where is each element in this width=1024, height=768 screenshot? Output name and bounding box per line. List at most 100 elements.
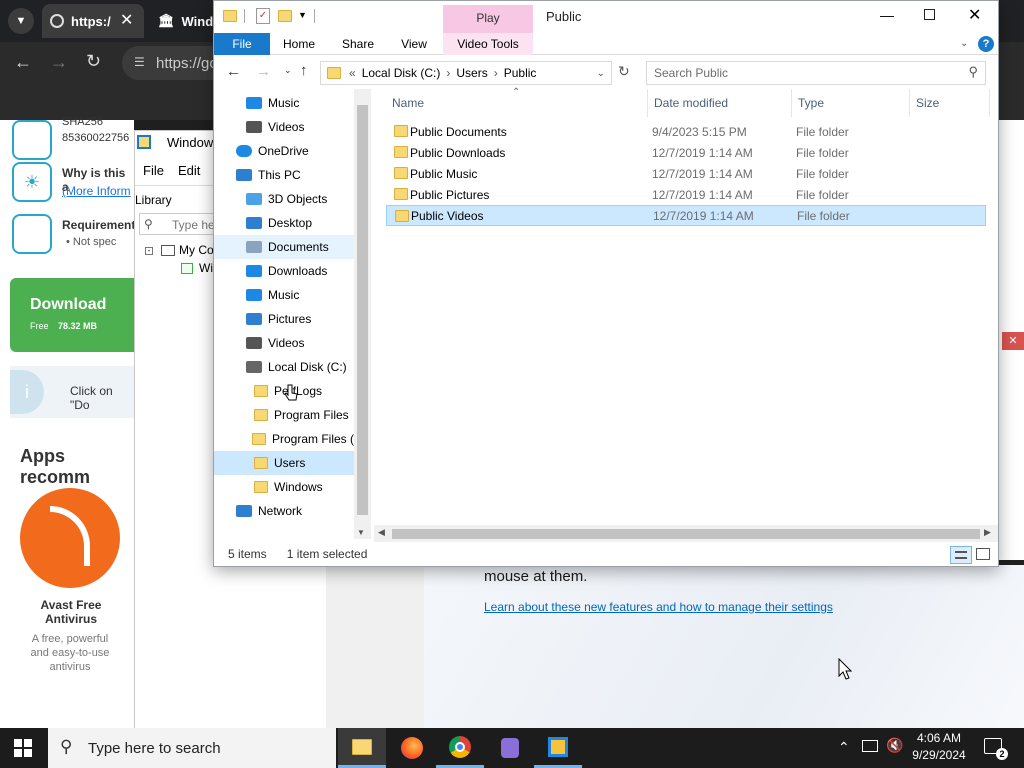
tab-file[interactable]: File [214, 33, 270, 55]
nav-item-downloads[interactable]: Downloads [214, 259, 354, 283]
reload-icon[interactable]: ↻ [86, 51, 101, 72]
address-bar[interactable]: « Local Disk (C:) › Users › Public ⌄ [320, 61, 612, 85]
column-header-type[interactable]: Type [792, 89, 910, 117]
file-row[interactable]: Public Documents 9/4/2023 5:15 PM File fol… [386, 121, 986, 142]
help-icon[interactable]: ? [978, 36, 994, 52]
minimize-icon[interactable]: — [880, 7, 894, 23]
nav-item-local-disk-c[interactable]: Local Disk (C:) [214, 355, 354, 379]
tab-home[interactable]: Home [276, 33, 322, 55]
file-name: Public Documents [410, 124, 507, 139]
expand-ribbon-icon[interactable]: ⌄ [960, 38, 968, 49]
nav-item-network[interactable]: Network [214, 499, 354, 523]
nav-item-music[interactable]: Music [214, 91, 354, 115]
scroll-right-icon[interactable]: ▶ [984, 527, 991, 538]
large-icons-view-icon[interactable] [976, 548, 990, 560]
refresh-icon[interactable]: ↻ [618, 63, 630, 80]
search-input[interactable]: Search Public ⚲ [646, 61, 986, 85]
search-icon[interactable]: ⚲ [968, 64, 978, 80]
file-row[interactable]: Public Music 12/7/2019 1:14 AM File folder [386, 163, 986, 184]
tab-search-icon[interactable]: ▼ [8, 8, 34, 34]
collapse-icon[interactable]: - [145, 247, 153, 255]
video-icon [246, 337, 262, 349]
chevron-right-icon[interactable]: › [494, 66, 498, 80]
tab-view[interactable]: View [394, 33, 434, 55]
info-text: mouse at them. [484, 568, 588, 585]
nav-item-this-pc[interactable]: This PC [214, 163, 354, 187]
nav-item-windows[interactable]: Windows [214, 475, 354, 499]
up-arrow-icon[interactable]: ↑ [300, 62, 308, 79]
column-header-size[interactable]: Size [910, 89, 990, 117]
scroll-down-icon[interactable]: ▼ [357, 528, 365, 537]
tree-item-computer[interactable]: My Co [179, 243, 214, 257]
details-view-icon[interactable] [950, 546, 972, 564]
nav-scrollbar-thumb[interactable] [357, 105, 368, 515]
breadcrumb-users[interactable]: Users [456, 66, 487, 80]
breadcrumb-public[interactable]: Public [504, 66, 537, 80]
properties-icon[interactable]: ✓ [256, 8, 270, 24]
customize-toolbar-icon[interactable]: ▼ [298, 10, 307, 20]
column-header-date[interactable]: Date modified [648, 89, 792, 117]
close-window-icon[interactable]: ✕ [968, 5, 981, 25]
file-row[interactable]: Public Downloads 12/7/2019 1:14 AM File fo… [386, 142, 986, 163]
file-row[interactable]: Public Videos 12/7/2019 1:14 AM File folde… [386, 205, 986, 226]
menu-file[interactable]: File [143, 163, 164, 178]
folder-icon [395, 210, 409, 222]
nav-item-videos[interactable]: Videos [214, 115, 354, 139]
browser-tab-2[interactable]: 🏛 Windo [158, 6, 221, 36]
more-info-link[interactable]: (More Inform [62, 184, 131, 198]
maximize-icon[interactable] [924, 9, 935, 20]
tab-share[interactable]: Share [336, 33, 380, 55]
recent-locations-icon[interactable]: ⌄ [284, 65, 292, 76]
library-search-input[interactable]: ⚲ Type her [139, 213, 223, 235]
nav-item-documents[interactable]: Documents [214, 235, 354, 259]
menu-edit[interactable]: Edit [178, 163, 200, 178]
app-name[interactable]: Avast Free Antivirus [26, 598, 116, 626]
back-icon[interactable]: ← [226, 63, 241, 80]
nav-item-users[interactable]: Users [214, 451, 354, 475]
nav-item-pictures[interactable]: Pictures [214, 307, 354, 331]
back-arrow-icon[interactable]: ← [14, 52, 32, 73]
nav-item-label: PerfLogs [274, 384, 323, 398]
cube-icon [246, 193, 262, 205]
forward-arrow-icon[interactable]: → [50, 52, 68, 73]
app-purple-icon[interactable] [486, 728, 534, 768]
learn-more-link[interactable]: Learn about these new features and how t… [484, 600, 833, 614]
close-tab-icon[interactable]: ✕ [120, 10, 133, 30]
network-icon[interactable] [862, 740, 878, 752]
firefox-icon[interactable] [388, 728, 436, 768]
nav-item-desktop[interactable]: Desktop [214, 211, 354, 235]
scroll-left-icon[interactable]: ◀ [378, 527, 385, 538]
taskbar-search-box[interactable]: ⚲ Type here to search [48, 728, 336, 768]
close-icon[interactable]: ✕ [1002, 332, 1024, 350]
file-explorer-taskbar-icon[interactable] [338, 728, 386, 768]
clock-time: 4:06 AM [916, 731, 962, 745]
avast-logo-icon[interactable] [20, 488, 120, 588]
nav-item-program-files[interactable]: Program Files [214, 403, 354, 427]
folder-icon [254, 481, 268, 493]
breadcrumb-local-disk[interactable]: Local Disk (C:) [362, 66, 441, 80]
column-header-name[interactable]: Name [386, 89, 648, 117]
forward-icon[interactable]: → [256, 63, 271, 80]
nav-item-3d-objects[interactable]: 3D Objects [214, 187, 354, 211]
tree-item-sub[interactable]: Wi [199, 261, 213, 275]
browser-tab-1[interactable]: https:/ [50, 6, 111, 36]
address-overflow[interactable]: « [349, 66, 356, 80]
taskbar-clock[interactable]: 4:06 AM 9/29/2024 [900, 730, 978, 764]
nav-item-program-files[interactable]: Program Files ( [214, 427, 354, 451]
show-hidden-icons-icon[interactable]: ⌃ [838, 739, 850, 756]
nav-item-videos[interactable]: Videos [214, 331, 354, 355]
chevron-down-icon[interactable]: ⌄ [597, 68, 605, 79]
context-tab-label[interactable]: Play [443, 11, 533, 25]
chevron-right-icon[interactable]: › [446, 66, 450, 80]
download-button[interactable]: Download Free 78.32 MB [10, 278, 134, 352]
nav-item-onedrive[interactable]: OneDrive [214, 139, 354, 163]
tab-video-tools[interactable]: Video Tools [443, 33, 533, 55]
new-folder-icon[interactable] [278, 8, 292, 23]
nav-item-music[interactable]: Music [214, 283, 354, 307]
app-taskbar-icon[interactable] [534, 728, 582, 768]
windows-start-icon[interactable] [14, 739, 32, 757]
nav-item-label: This PC [258, 168, 301, 182]
file-row[interactable]: Public Pictures 12/7/2019 1:14 AM File fol… [386, 184, 986, 205]
horizontal-scrollbar-thumb[interactable] [392, 529, 980, 539]
chrome-icon[interactable] [436, 728, 484, 768]
